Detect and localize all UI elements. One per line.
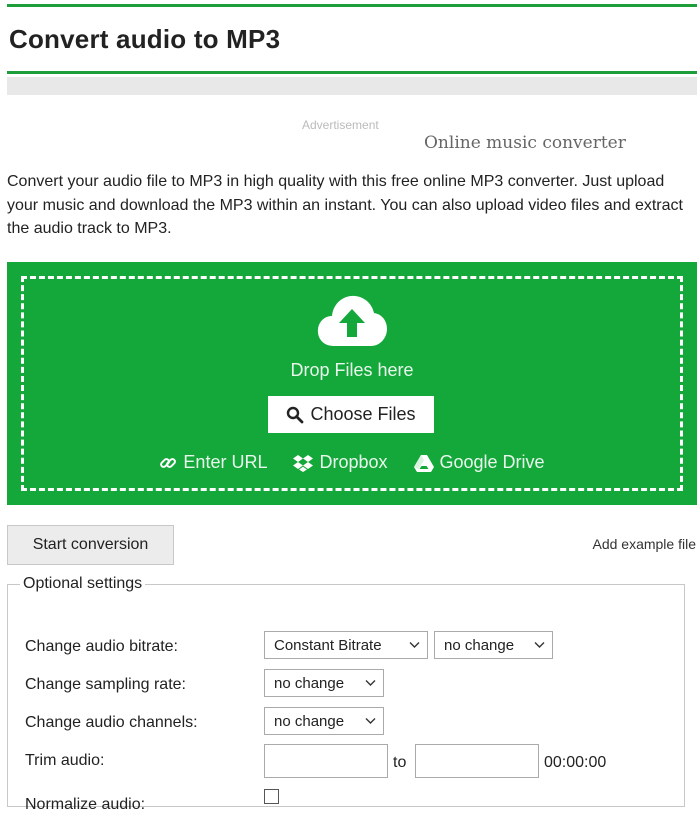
title-divider <box>7 71 697 74</box>
optional-settings-legend: Optional settings <box>23 575 143 592</box>
cloud-upload-icon <box>317 295 387 346</box>
enter-url-link[interactable]: Enter URL <box>159 452 267 473</box>
bitrate-mode-value: Constant Bitrate <box>274 636 382 654</box>
trim-to-text: to <box>393 754 407 771</box>
trim-duration-text: 00:00:00 <box>544 754 607 771</box>
dropbox-link[interactable]: Dropbox <box>293 452 388 473</box>
search-icon <box>287 406 304 423</box>
audio-channels-select[interactable]: no change <box>264 707 384 735</box>
chevron-down-icon <box>365 680 376 686</box>
chevron-down-icon <box>409 642 420 648</box>
chevron-down-icon <box>365 718 376 724</box>
start-conversion-button[interactable]: Start conversion <box>7 525 174 565</box>
drop-files-text: Drop Files here <box>290 360 414 380</box>
advertisement-text[interactable]: Online music converter <box>424 133 626 153</box>
google-drive-label: Google Drive <box>439 452 545 472</box>
bitrate-value: no change <box>444 636 515 654</box>
ad-banner-bar <box>7 77 697 95</box>
google-drive-link[interactable]: Google Drive <box>413 452 545 473</box>
choose-files-label: Choose Files <box>310 404 416 424</box>
top-divider <box>7 4 697 7</box>
add-example-file-link[interactable]: Add example file <box>592 536 696 552</box>
upload-source-links: Enter URL Dropbox Google Drive <box>7 452 697 473</box>
normalize-audio-label: Normalize audio: <box>25 796 146 813</box>
normalize-audio-checkbox[interactable] <box>264 789 279 804</box>
bitrate-value-select[interactable]: no change <box>434 631 553 659</box>
link-icon <box>160 457 177 468</box>
dropbox-icon <box>293 454 314 472</box>
google-drive-icon <box>413 454 434 472</box>
trim-audio-label: Trim audio: <box>25 752 105 769</box>
trim-start-input[interactable] <box>264 744 388 778</box>
bitrate-label: Change audio bitrate: <box>25 638 178 655</box>
enter-url-label: Enter URL <box>183 452 268 472</box>
dropbox-label: Dropbox <box>319 452 388 472</box>
optional-settings-panel: Optional settings Change audio bitrate: … <box>7 575 685 813</box>
audio-channels-value: no change <box>274 712 345 730</box>
sampling-rate-value: no change <box>274 674 345 692</box>
audio-channels-label: Change audio channels: <box>25 714 198 731</box>
file-drop-zone[interactable]: Drop Files here Choose Files Enter URL D… <box>7 262 697 505</box>
advertisement-label: Advertisement <box>302 118 379 132</box>
sampling-rate-select[interactable]: no change <box>264 669 384 697</box>
sampling-rate-label: Change sampling rate: <box>25 676 186 693</box>
bitrate-mode-select[interactable]: Constant Bitrate <box>264 631 428 659</box>
choose-files-button[interactable]: Choose Files <box>268 396 434 433</box>
chevron-down-icon <box>534 642 545 648</box>
page-title: Convert audio to MP3 <box>9 24 281 54</box>
intro-text: Convert your audio file to MP3 in high q… <box>7 173 683 237</box>
trim-end-input[interactable] <box>415 744 539 778</box>
